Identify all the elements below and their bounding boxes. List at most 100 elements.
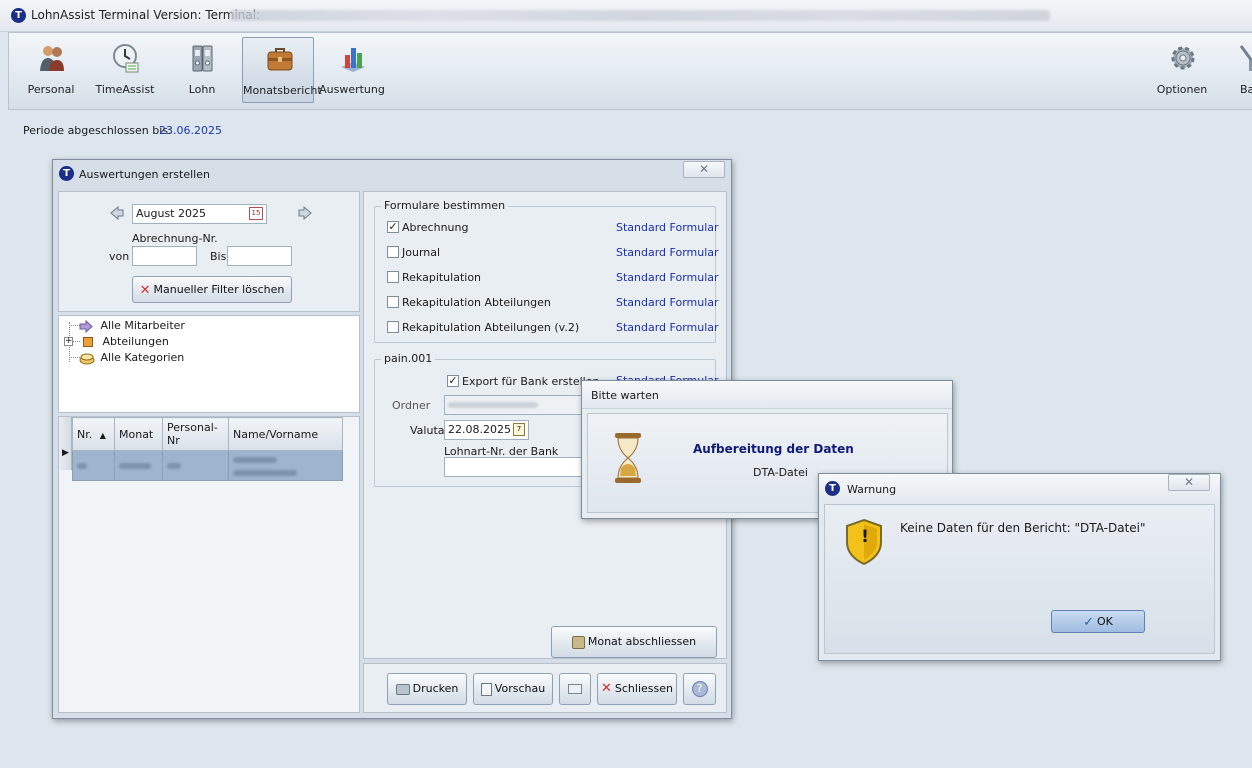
warning-dialog-close-button[interactable]: ✕ xyxy=(1168,474,1210,491)
app-title: LohnAssist Terminal Version: Terminal: xyxy=(31,8,261,22)
ribbon-timeassist-button[interactable]: TimeAssist xyxy=(89,37,161,103)
calendar-icon[interactable]: 7 xyxy=(513,423,525,436)
ribbon-ba-label: Ba xyxy=(1240,83,1252,96)
ribbon-optionen-label: Optionen xyxy=(1156,83,1208,96)
lock-icon xyxy=(571,635,585,649)
close-label: Schliessen xyxy=(614,682,673,695)
email-button[interactable] xyxy=(559,673,591,705)
ribbon-auswertung-button[interactable]: Auswertung xyxy=(316,37,388,103)
abrechnung-bis-input[interactable] xyxy=(227,246,292,266)
tree-expand-button[interactable]: + xyxy=(64,337,73,346)
employee-tree: Alle Mitarbeiter + Abteilungen Alle Kate… xyxy=(58,315,360,413)
grid-row-indicator-column: ▶ xyxy=(59,417,72,470)
wait-subtext: DTA-Datei xyxy=(753,466,808,479)
clock-icon xyxy=(113,44,139,73)
clear-filter-label: Manueller Filter löschen xyxy=(153,283,285,296)
preview-icon xyxy=(480,682,492,696)
next-month-arrow-icon[interactable] xyxy=(298,206,312,220)
table-cell xyxy=(72,450,115,481)
export-bank-label: Export für Bank erstellen xyxy=(462,375,600,388)
ribbon-monatsbericht-button[interactable]: Monatsbericht xyxy=(242,37,322,103)
help-button[interactable]: ? xyxy=(683,673,716,705)
print-button[interactable]: Drucken xyxy=(387,673,467,705)
month-value: August 2025 xyxy=(136,207,206,220)
calendar-icon[interactable]: 15 xyxy=(249,207,263,220)
checkbox-abrechnung[interactable]: ✓ xyxy=(387,221,399,233)
ribbon-toolbar: Personal TimeAssist Lohn Monatsbericht A… xyxy=(8,32,1252,110)
category-icon xyxy=(79,353,95,364)
action-button-bar: Drucken Vorschau ✕ Schliessen ? xyxy=(363,663,727,713)
table-row[interactable] xyxy=(72,450,343,481)
employee-grid-panel: ▶ Nr. ▲ Monat Personal-Nr Name/Vorname xyxy=(58,416,360,713)
table-cell xyxy=(228,450,343,481)
arrow-right-icon xyxy=(79,319,93,333)
rekapitulation-abteilungen-form-link[interactable]: Standard Formular xyxy=(616,296,719,309)
rekapitulation-label: Rekapitulation xyxy=(402,271,482,284)
ribbon-ba-button[interactable]: Ba xyxy=(1216,37,1252,103)
close-button[interactable]: ✕ Schliessen xyxy=(597,673,677,705)
preview-button[interactable]: Vorschau xyxy=(473,673,553,705)
checkmark-icon: ✓ xyxy=(388,220,398,233)
ribbon-lohn-button[interactable]: Lohn xyxy=(166,37,238,103)
column-header-name[interactable]: Name/Vorname xyxy=(228,417,343,451)
rekapitulation-form-link[interactable]: Standard Formular xyxy=(616,271,719,284)
journal-label: Journal xyxy=(402,246,441,259)
ribbon-personal-label: Personal xyxy=(27,83,75,96)
app-logo-icon: T xyxy=(825,481,840,496)
column-header-monat[interactable]: Monat xyxy=(114,417,163,451)
abrechnung-form-link[interactable]: Standard Formular xyxy=(616,221,719,234)
redacted-text xyxy=(119,463,151,469)
table-cell xyxy=(162,450,229,481)
column-header-personal-nr[interactable]: Personal-Nr xyxy=(162,417,229,451)
redacted-text xyxy=(77,463,87,469)
redacted-text xyxy=(233,456,277,463)
sort-ascending-icon: ▲ xyxy=(99,430,106,440)
month-field[interactable]: August 2025 15 xyxy=(132,204,267,224)
checkbox-journal[interactable] xyxy=(387,246,399,258)
valuta-input[interactable]: 22.08.2025 7 xyxy=(444,420,529,440)
rekapitulation-abteilungen-v2-label: Rekapitulation Abteilungen (v.2) xyxy=(402,321,580,334)
redacted-text xyxy=(233,469,297,476)
ribbon-optionen-button[interactable]: Optionen xyxy=(1146,37,1218,103)
valuta-value: 22.08.2025 xyxy=(448,423,511,436)
checkbox-rekapitulation[interactable] xyxy=(387,271,399,283)
folder-icon xyxy=(83,337,93,347)
redacted-text xyxy=(448,402,538,408)
employee-grid: Nr. ▲ Monat Personal-Nr Name/Vorname xyxy=(72,417,343,481)
report-dialog-titlebar: T Auswertungen erstellen ✕ xyxy=(53,160,731,186)
wait-dialog-title: Bitte warten xyxy=(591,389,659,402)
clear-filter-button[interactable]: ✕ Manueller Filter löschen xyxy=(132,276,292,303)
tree-item-abteilungen[interactable]: Abteilungen xyxy=(81,335,169,349)
close-month-button[interactable]: Monat abschliessen xyxy=(551,626,717,658)
checkbox-rekapitulation-abteilungen[interactable] xyxy=(387,296,399,308)
clear-x-icon: ✕ xyxy=(139,282,151,298)
period-closed-value: 23.06.2025 xyxy=(159,124,222,137)
tree-item-alle-kategorien[interactable]: Alle Kategorien xyxy=(79,351,184,365)
rekapitulation-abteilungen-label: Rekapitulation Abteilungen xyxy=(402,296,551,309)
briefcase-icon xyxy=(267,48,293,71)
warning-dialog-titlebar: T Warnung ✕ xyxy=(819,474,1220,502)
table-cell xyxy=(114,450,163,481)
ok-button[interactable]: ✓ OK xyxy=(1051,610,1145,633)
column-header-nr[interactable]: Nr. ▲ xyxy=(72,417,115,451)
title-bar: T LohnAssist Terminal Version: Terminal: xyxy=(0,0,1252,32)
mail-icon xyxy=(568,684,582,694)
ordner-label: Ordner xyxy=(392,399,431,412)
pain001-legend: pain.001 xyxy=(381,352,436,365)
rekapitulation-abteilungen-v2-form-link[interactable]: Standard Formular xyxy=(616,321,719,334)
tree-label: Abteilungen xyxy=(102,335,169,348)
abrechnung-von-input[interactable] xyxy=(132,246,197,266)
help-icon: ? xyxy=(691,681,708,697)
report-dialog-close-button[interactable]: ✕ xyxy=(683,161,725,178)
warning-dialog-title: Warnung xyxy=(847,483,897,496)
previous-month-arrow-icon[interactable] xyxy=(110,206,124,220)
formulare-legend: Formulare bestimmen xyxy=(381,199,509,212)
ribbon-personal-button[interactable]: Personal xyxy=(15,37,87,103)
binders-icon xyxy=(192,45,213,72)
checkbox-export-bank[interactable]: ✓ xyxy=(447,375,459,387)
journal-form-link[interactable]: Standard Formular xyxy=(616,246,719,259)
checkbox-rekapitulation-abteilungen-v2[interactable] xyxy=(387,321,399,333)
ok-label: OK xyxy=(1097,615,1113,628)
warning-dialog-body: ! Keine Daten für den Bericht: "DTA-Date… xyxy=(824,504,1215,654)
tree-item-alle-mitarbeiter[interactable]: Alle Mitarbeiter xyxy=(79,319,185,333)
